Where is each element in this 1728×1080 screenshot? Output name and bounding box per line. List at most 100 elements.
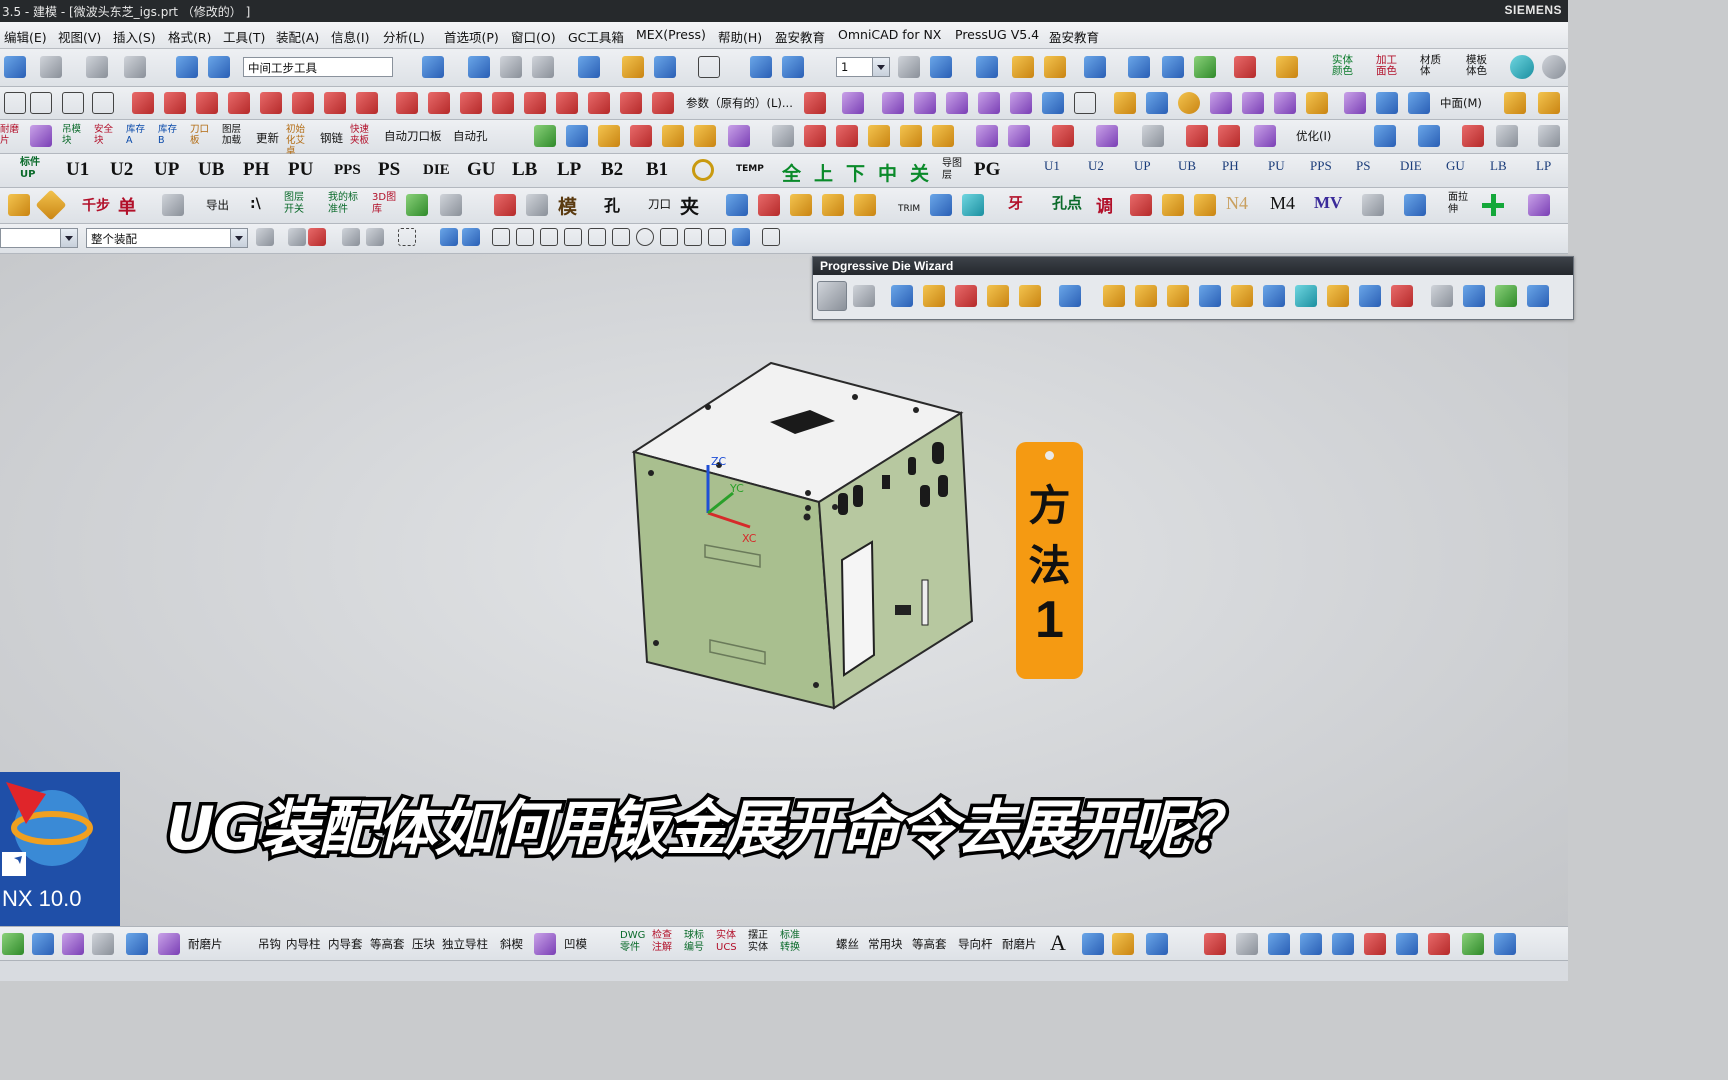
pdw-strip-icon[interactable]	[891, 285, 913, 307]
punch-icon[interactable]	[1332, 933, 1354, 955]
redo-icon[interactable]	[86, 56, 108, 78]
analysis-icon[interactable]	[1084, 56, 1106, 78]
pin-small-icon[interactable]	[1494, 933, 1516, 955]
optimize-face-icon[interactable]	[1254, 125, 1276, 147]
trim-curve-icon[interactable]	[396, 92, 418, 114]
split-icon[interactable]	[1404, 194, 1426, 216]
extract-curve-icon[interactable]	[260, 92, 282, 114]
move-die-button[interactable]: DIE	[1400, 158, 1422, 174]
pin-tool-icon[interactable]	[92, 933, 114, 955]
my-std-parts-button[interactable]: 我的标准件	[328, 192, 358, 216]
menu-edit[interactable]: 编辑(E)	[4, 27, 47, 46]
shell-icon[interactable]	[1376, 92, 1398, 114]
move-ub-button[interactable]: UB	[1178, 158, 1196, 174]
midsurface-icon[interactable]	[1408, 92, 1430, 114]
save-icon[interactable]	[4, 56, 26, 78]
wear-plate-button[interactable]: 耐磨片	[188, 936, 223, 952]
trim-button[interactable]: TRIM	[898, 204, 920, 214]
inspect-icon[interactable]	[726, 194, 748, 216]
offset-curve-icon[interactable]	[164, 92, 186, 114]
mirror-icon[interactable]	[1242, 92, 1264, 114]
move-face-icon[interactable]	[932, 125, 954, 147]
inner-guide-bush-button[interactable]: 内导套	[328, 936, 363, 952]
code-u1-button[interactable]: U1	[66, 159, 89, 181]
intersection-curve-icon[interactable]	[228, 92, 250, 114]
pdw-3d-icon[interactable]	[1327, 285, 1349, 307]
select-icon[interactable]	[1128, 56, 1150, 78]
red-box-icon[interactable]	[630, 125, 652, 147]
screw-button[interactable]: 螺丝	[836, 936, 859, 952]
extract-geometry-icon[interactable]	[1042, 92, 1064, 114]
edit-feature-icon[interactable]	[566, 125, 588, 147]
t-part-icon[interactable]	[1300, 933, 1322, 955]
move-ph-button[interactable]: PH	[1222, 158, 1239, 174]
wcs-icon[interactable]	[930, 56, 952, 78]
die-face-icon[interactable]	[1236, 933, 1258, 955]
smooth-curve-icon[interactable]	[652, 92, 674, 114]
edit-object-icon[interactable]	[654, 56, 676, 78]
pdw-std-parts-icon[interactable]	[1199, 285, 1221, 307]
pdw-blank-icon[interactable]	[923, 285, 945, 307]
menu-omnicad[interactable]: OmniCAD for NX	[838, 27, 941, 42]
fillet-curve-icon[interactable]	[460, 92, 482, 114]
show-upper-button[interactable]: 上	[814, 159, 833, 186]
transform-icon[interactable]	[1418, 125, 1440, 147]
safety-block-button[interactable]: 安全块	[94, 124, 116, 146]
thicken-icon[interactable]	[1274, 92, 1296, 114]
offset-region-icon[interactable]	[1008, 125, 1030, 147]
layer-combo[interactable]: 1	[836, 57, 890, 77]
filter-reset-icon[interactable]	[256, 228, 274, 246]
align-icon[interactable]	[1462, 125, 1484, 147]
combined-projection-icon[interactable]	[356, 92, 378, 114]
pdw-scrap-icon[interactable]	[987, 285, 1009, 307]
stack-icon[interactable]	[526, 194, 548, 216]
workplane-icon[interactable]	[208, 56, 230, 78]
snap-arc-icon[interactable]	[564, 228, 582, 246]
bolt-icon[interactable]	[1162, 194, 1184, 216]
eraser-icon[interactable]	[1504, 92, 1526, 114]
std-convert-button[interactable]: 标准转换	[780, 930, 806, 954]
pencil-icon[interactable]	[1194, 194, 1216, 216]
pdw-pierce-icon[interactable]	[1135, 285, 1157, 307]
select-face-icon[interactable]	[366, 228, 384, 246]
linked-face-icon[interactable]	[1218, 125, 1240, 147]
bridge-curve-icon[interactable]	[292, 92, 314, 114]
pen-icon[interactable]	[1374, 125, 1396, 147]
puzzle-icon[interactable]	[30, 125, 52, 147]
stock-a-button[interactable]: 库存A	[126, 124, 150, 146]
tooth-button[interactable]: 牙	[1008, 192, 1023, 213]
filter-icon[interactable]	[1538, 125, 1560, 147]
snap-on-curve-icon[interactable]	[708, 228, 726, 246]
align-entity-button[interactable]: 摆正实体	[748, 930, 774, 954]
press-block-button[interactable]: 压块	[412, 936, 435, 952]
shade-icon[interactable]	[462, 228, 480, 246]
bar-icon[interactable]	[1364, 933, 1386, 955]
layer-icon[interactable]	[500, 56, 522, 78]
move-component-icon[interactable]	[750, 56, 772, 78]
plus-icon[interactable]	[1482, 194, 1504, 216]
text-tool-icon[interactable]: A	[1050, 930, 1066, 956]
divide-curve-icon[interactable]	[428, 92, 450, 114]
rect-select-icon[interactable]	[398, 228, 416, 246]
balloon-number-button[interactable]: 球标编号	[684, 930, 710, 954]
scissors-icon[interactable]	[162, 194, 184, 216]
sheet-icon[interactable]	[772, 125, 794, 147]
snap-tangent-icon[interactable]	[588, 228, 606, 246]
lift-block-button[interactable]: 吊模块	[62, 124, 84, 146]
knife-plate-button[interactable]: 刀口板	[190, 124, 214, 146]
select-chain-icon[interactable]	[342, 228, 360, 246]
box-open-icon[interactable]	[790, 194, 812, 216]
menu-window[interactable]: 窗口(O)	[511, 27, 556, 46]
red-cube-icon[interactable]	[494, 194, 516, 216]
replace-face-icon[interactable]	[900, 125, 922, 147]
menu-insert[interactable]: 插入(S)	[113, 27, 156, 46]
move-gu-button[interactable]: GU	[1446, 158, 1465, 174]
layer-switch-button[interactable]: 图层开关	[284, 192, 310, 216]
undo-icon[interactable]	[40, 56, 62, 78]
pdw-bom-icon[interactable]	[1431, 285, 1453, 307]
open-icon[interactable]	[124, 56, 146, 78]
pdw-copy-icon[interactable]	[853, 285, 875, 307]
code-up-button[interactable]: UP	[154, 159, 179, 181]
green-block-icon[interactable]	[1462, 933, 1484, 955]
snap-surface-icon[interactable]	[732, 228, 750, 246]
